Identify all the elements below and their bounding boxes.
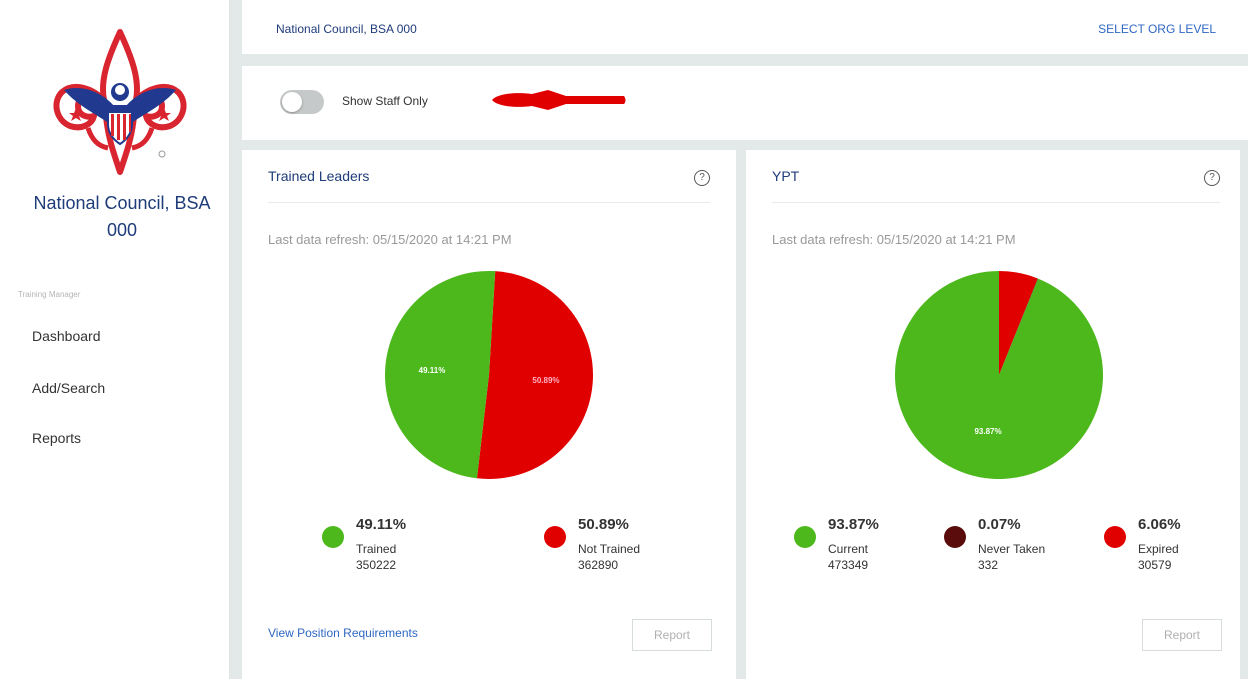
legend-count: 30579 — [1138, 558, 1172, 572]
trained-leaders-pie-chart: 50.89% 49.11% — [384, 271, 593, 479]
legend-dot-never-taken — [944, 526, 966, 548]
divider — [772, 202, 1220, 203]
nav-item-dashboard[interactable]: Dashboard — [32, 328, 101, 344]
legend-pct: 49.11% — [356, 516, 407, 533]
last-refresh-text: Last data refresh: 05/15/2020 at 14:21 P… — [772, 232, 1016, 247]
red-arrow-annotation — [492, 90, 626, 110]
header-org-name: National Council, BSA 000 — [276, 22, 417, 36]
legend-label: Current — [828, 542, 869, 556]
bsa-logo — [53, 29, 187, 175]
help-icon[interactable]: ? — [694, 170, 710, 186]
divider — [268, 202, 710, 203]
legend-dot-current — [794, 526, 816, 548]
report-button[interactable]: Report — [632, 619, 712, 651]
pie-slice-label: 50.89% — [532, 376, 559, 385]
toggle-knob — [282, 92, 302, 112]
last-refresh-text: Last data refresh: 05/15/2020 at 14:21 P… — [268, 232, 512, 247]
legend-pct: 6.06% — [1138, 516, 1181, 533]
filter-bar: Show Staff Only — [242, 66, 1248, 140]
legend-count: 362890 — [578, 558, 619, 572]
nav-item-reports[interactable]: Reports — [32, 430, 81, 446]
nav-item-add-search[interactable]: Add/Search — [32, 380, 105, 396]
legend-count: 332 — [978, 558, 999, 572]
ypt-pie-chart: 93.87% — [895, 271, 1103, 480]
legend-label: Not Trained — [578, 542, 641, 556]
app: National Council, BSA 000 Training Manag… — [0, 0, 1248, 679]
pie-slice-label: 93.87% — [974, 427, 1001, 436]
pie-slice-current[interactable] — [895, 271, 1103, 480]
legend-pct: 50.89% — [578, 516, 629, 533]
legend-label: Never Taken — [978, 542, 1046, 556]
legend-dot-not-trained — [544, 526, 566, 548]
training-manager-label: Training Manager — [18, 290, 81, 299]
org-header: National Council, BSA 000 SELECT ORG LEV… — [242, 0, 1248, 54]
legend-dot-trained — [322, 526, 344, 548]
legend-pct: 0.07% — [978, 516, 1021, 533]
show-staff-only-label: Show Staff Only — [342, 94, 428, 108]
ypt-title: YPT — [772, 168, 800, 184]
legend-count: 350222 — [356, 558, 397, 572]
legend-dot-expired — [1104, 526, 1126, 548]
legend-label: Trained — [356, 542, 397, 556]
legend-count: 473349 — [828, 558, 869, 572]
view-position-requirements-link[interactable]: View Position Requirements — [268, 626, 418, 640]
select-org-level-button[interactable]: SELECT ORG LEVEL — [1098, 22, 1216, 36]
legend-pct: 93.87% — [828, 516, 879, 533]
report-button[interactable]: Report — [1142, 619, 1222, 651]
trained-leaders-title: Trained Leaders — [268, 168, 370, 184]
ypt-card: YPT ? Last data refresh: 05/15/2020 at 1… — [746, 150, 1240, 679]
sidebar-org-name: National Council, BSA 000 — [33, 193, 211, 240]
pie-slice-label: 49.11% — [419, 366, 446, 375]
legend-label: Expired — [1138, 542, 1179, 556]
sidebar: National Council, BSA 000 Training Manag… — [0, 0, 230, 679]
help-icon[interactable]: ? — [1204, 170, 1220, 186]
show-staff-only-toggle[interactable] — [280, 90, 324, 114]
trained-leaders-card: Trained Leaders ? Last data refresh: 05/… — [242, 150, 736, 679]
